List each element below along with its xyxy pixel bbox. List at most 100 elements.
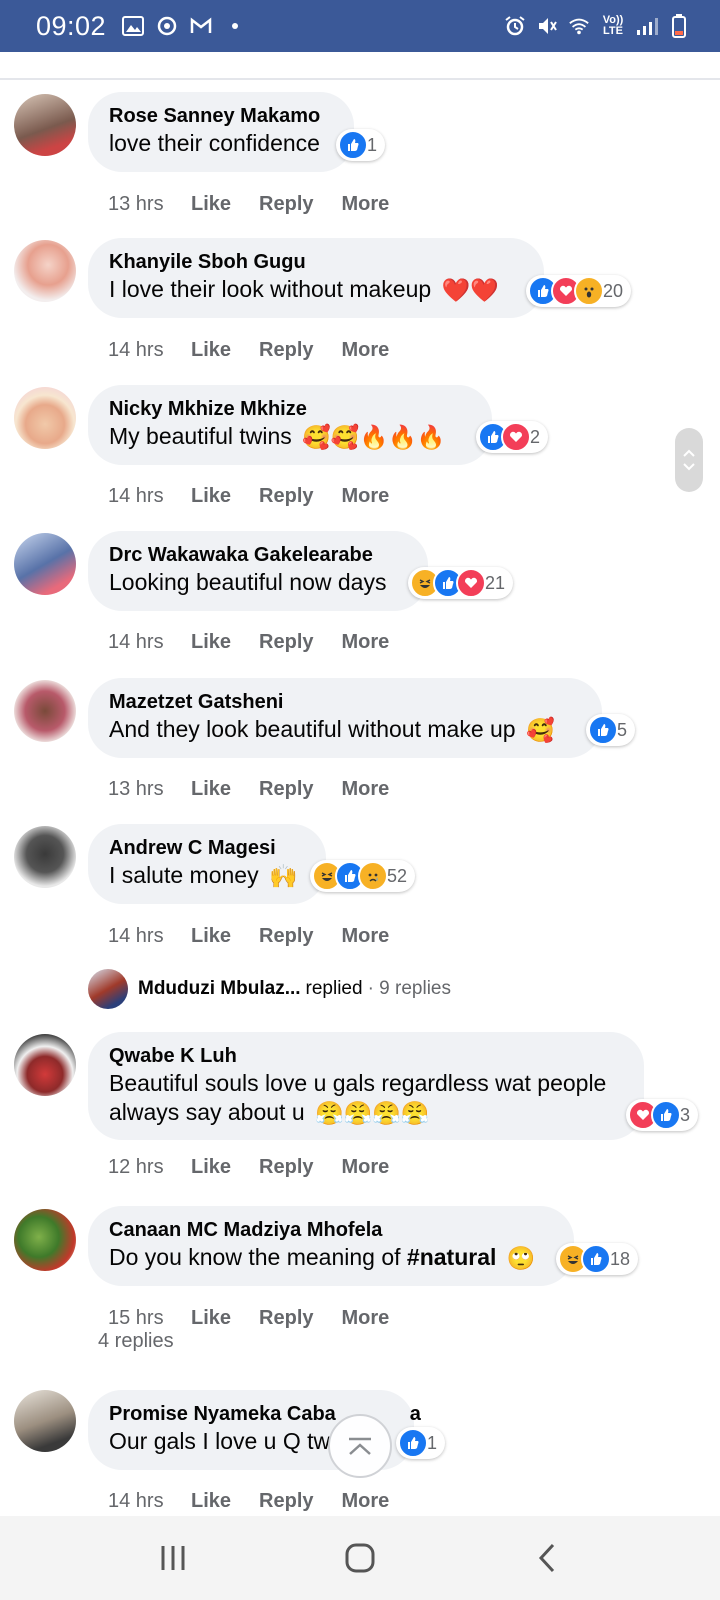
comment-bubble[interactable]: Qwabe K Luh Beautiful souls love u gals … [88, 1032, 644, 1140]
reply-button[interactable]: Reply [259, 1490, 313, 1513]
like-button[interactable]: Like [191, 1490, 231, 1513]
comment-bubble[interactable]: Andrew C Magesi I salute money 🙌 [88, 824, 326, 904]
reaction-count: 2 [530, 426, 541, 447]
hashtag-link[interactable]: #natural [407, 1244, 496, 1270]
comment-author[interactable]: Andrew C Magesi [109, 835, 306, 861]
wow-reaction-icon [574, 276, 604, 306]
avatar[interactable] [14, 94, 76, 156]
wifi-icon [568, 15, 590, 37]
avatar [88, 969, 128, 1009]
back-icon [538, 1543, 554, 1573]
comment-bubble[interactable]: Canaan MC Madziya Mhofela Do you know th… [88, 1206, 574, 1286]
comment-text: Beautiful souls love u gals regardless w… [109, 1069, 624, 1128]
more-button[interactable]: More [342, 339, 390, 362]
comment-meta: 14 hrs Like Reply More [108, 925, 417, 948]
chevron-up-icon [683, 449, 695, 457]
reply-button[interactable]: Reply [259, 778, 313, 801]
like-button[interactable]: Like [191, 778, 231, 801]
reply-button[interactable]: Reply [259, 485, 313, 508]
avatar[interactable] [14, 680, 76, 742]
like-button[interactable]: Like [191, 1307, 231, 1330]
comment-meta: 13 hrs Like Reply More [108, 193, 417, 216]
like-reaction-icon [338, 130, 368, 160]
reply-button[interactable]: Reply [259, 1156, 313, 1179]
dot-icon [224, 15, 246, 37]
comment-author[interactable]: Mazetzet Gatsheni [109, 689, 582, 715]
reactions-summary[interactable]: 2 [476, 421, 549, 453]
comment-meta: 14 hrs Like Reply More [108, 339, 417, 362]
more-button[interactable]: More [342, 1307, 390, 1330]
comment-text: And they look beautiful without make up … [109, 715, 582, 745]
avatar[interactable] [14, 826, 76, 888]
comment-time: 13 hrs [108, 778, 164, 800]
comment-emojis: ❤️❤️ [441, 277, 499, 304]
avatar[interactable] [14, 1034, 76, 1096]
reply-button[interactable]: Reply [259, 925, 313, 948]
comments-feed[interactable]: Rose Sanney Makamo love their confidence… [0, 80, 720, 1516]
comment-time: 14 hrs [108, 339, 164, 361]
view-replies-row[interactable]: Mduduzi Mbulaz... replied · 9 replies [88, 969, 451, 1009]
recent-apps-button[interactable] [143, 1533, 203, 1583]
more-button[interactable]: More [342, 1490, 390, 1513]
like-button[interactable]: Like [191, 925, 231, 948]
comment-emojis: 🙌 [268, 863, 298, 890]
comment-author[interactable]: Canaan MC Madziya Mhofela [109, 1217, 554, 1243]
avatar[interactable] [14, 1209, 76, 1271]
reply-button[interactable]: Reply [259, 1307, 313, 1330]
comment-text: Looking beautiful now days [109, 569, 387, 595]
reply-button[interactable]: Reply [259, 631, 313, 654]
comment-bubble[interactable]: Rose Sanney Makamo love their confidence [88, 92, 354, 172]
more-button[interactable]: More [342, 631, 390, 654]
like-button[interactable]: Like [191, 193, 231, 216]
view-replies-link[interactable]: 4 replies [98, 1330, 174, 1353]
comment-bubble[interactable]: Mazetzet Gatsheni And they look beautifu… [88, 678, 602, 758]
reactions-summary[interactable]: 5 [586, 714, 636, 746]
like-reaction-icon [588, 715, 618, 745]
comment-author[interactable]: Rose Sanney Makamo [109, 103, 334, 129]
comment-time: 15 hrs [108, 1307, 164, 1329]
like-button[interactable]: Like [191, 1156, 231, 1179]
comment-author-name[interactable]: Promise Nyameka Caba [109, 1403, 336, 1425]
like-button[interactable]: Like [191, 485, 231, 508]
fast-scroll-handle[interactable] [675, 428, 703, 492]
comment-time: 14 hrs [108, 925, 164, 947]
more-button[interactable]: More [342, 485, 390, 508]
comment-bubble[interactable]: Nicky Mkhize Mkhize My beautiful twins 🥰… [88, 385, 492, 465]
comment-author[interactable]: Drc Wakawaka Gakelearabe [109, 542, 408, 568]
like-button[interactable]: Like [191, 339, 231, 362]
sad-reaction-icon [358, 861, 388, 891]
reactions-summary[interactable]: 20 [526, 275, 632, 307]
reactions-summary[interactable]: 21 [408, 567, 514, 599]
more-button[interactable]: More [342, 778, 390, 801]
scroll-to-top-button[interactable] [328, 1414, 392, 1478]
avatar[interactable] [14, 240, 76, 302]
comment-emojis: 🙄 [506, 1245, 536, 1272]
comment-bubble[interactable]: Khanyile Sboh Gugu I love their look wit… [88, 238, 544, 318]
avatar[interactable] [14, 1390, 76, 1452]
home-icon [345, 1543, 375, 1573]
avatar[interactable] [14, 387, 76, 449]
comment-text-body: My beautiful twins [109, 423, 292, 449]
more-button[interactable]: More [342, 925, 390, 948]
back-button[interactable] [517, 1533, 577, 1583]
mute-icon [536, 15, 558, 37]
reply-button[interactable]: Reply [259, 193, 313, 216]
comment-author[interactable]: Qwabe K Luh [109, 1043, 624, 1069]
reply-button[interactable]: Reply [259, 339, 313, 362]
reactions-summary[interactable]: 52 [310, 860, 416, 892]
comment-bubble[interactable]: Drc Wakawaka Gakelearabe Looking beautif… [88, 531, 428, 611]
signal-icon [636, 15, 658, 37]
comment-author[interactable]: Khanyile Sboh Gugu [109, 249, 524, 275]
reactions-summary[interactable]: 18 [556, 1243, 639, 1275]
reply-verb: replied [305, 978, 363, 999]
more-button[interactable]: More [342, 1156, 390, 1179]
like-button[interactable]: Like [191, 631, 231, 654]
avatar[interactable] [14, 533, 76, 595]
more-button[interactable]: More [342, 193, 390, 216]
home-button[interactable] [330, 1533, 390, 1583]
reactions-summary[interactable]: 1 [396, 1427, 446, 1459]
love-reaction-icon [456, 568, 486, 598]
reactions-summary[interactable]: 1 [336, 129, 386, 161]
reactions-summary[interactable]: 3 [626, 1099, 699, 1131]
comment-author[interactable]: Nicky Mkhize Mkhize [109, 396, 472, 422]
